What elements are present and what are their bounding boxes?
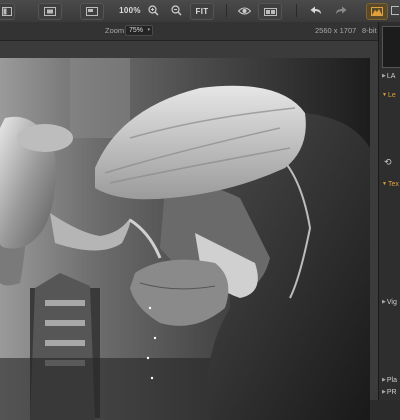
panel-right-icon (391, 6, 399, 15)
zoom-out-icon (170, 5, 181, 16)
redo-button[interactable] (331, 3, 351, 18)
panel-section-texture[interactable]: ▼ Tex (379, 178, 400, 190)
toolbar-separator (226, 4, 227, 17)
zoom-label: Zoom (105, 26, 125, 35)
histogram-button[interactable] (366, 3, 388, 20)
photo-preview (0, 58, 370, 420)
histogram-icon (371, 7, 383, 16)
image-dimensions: 2560 x 1707 (315, 26, 357, 35)
zoom-100-button[interactable]: 100% (119, 3, 141, 18)
fit-button[interactable]: FIT (190, 3, 214, 20)
split-view-icon (263, 7, 277, 16)
top-toolbar: 100% FIT (0, 0, 400, 23)
undo-arrow-icon (310, 6, 321, 14)
triangle-right-icon: ▶ (382, 73, 386, 79)
undo-button[interactable] (306, 3, 326, 18)
triangle-down-icon: ▼ (382, 92, 387, 98)
info-bar: Zoom 75% ▾ 2560 x 1707 8-bit (0, 22, 378, 41)
zoom-out-button[interactable] (169, 3, 183, 18)
bit-depth: 8-bit (362, 26, 377, 35)
single-view-button[interactable] (80, 3, 104, 20)
reset-icon[interactable]: ⟲ (384, 157, 392, 168)
redo-arrow-icon (336, 6, 347, 14)
panel-section-layers[interactable]: ▶ LA (379, 70, 400, 82)
image-canvas[interactable] (0, 41, 378, 420)
compare-view-button[interactable] (258, 3, 282, 20)
triangle-down-icon: ▼ (382, 181, 387, 187)
panel-left-icon (2, 7, 12, 16)
chevron-down-icon: ▾ (147, 27, 150, 33)
zoom-dropdown[interactable]: 75% ▾ (125, 25, 153, 36)
zoom-value: 75% (129, 27, 144, 34)
panel-section-lens[interactable]: ▼ Le (379, 89, 400, 101)
triangle-right-icon: ▶ (382, 377, 386, 383)
toolbar-separator (296, 4, 297, 17)
left-panel-toggle-button[interactable] (0, 3, 15, 20)
panel-section-presets[interactable]: ▶ PR (379, 386, 400, 398)
panel-section-vignette[interactable]: ▶ Vig (379, 296, 400, 308)
filmstrip-icon (44, 7, 56, 16)
right-panel-toggle-button[interactable] (390, 3, 400, 18)
triangle-right-icon: ▶ (382, 389, 386, 395)
panel-section-placeholder[interactable]: ▶ Pla (379, 374, 400, 386)
triangle-right-icon: ▶ (382, 299, 386, 305)
eye-icon (237, 7, 251, 14)
zoom-in-button[interactable] (146, 3, 160, 18)
histogram-thumbnail (382, 26, 400, 68)
preview-toggle-button[interactable] (236, 3, 252, 18)
zoom-in-icon (147, 5, 158, 16)
adjustments-panel: ▶ LA ▼ Le ⟲ ▼ Tex ▶ Vig ▶ Pla ▶ PR (378, 22, 400, 400)
grid-view-button[interactable] (38, 3, 62, 20)
single-image-icon (86, 7, 98, 16)
